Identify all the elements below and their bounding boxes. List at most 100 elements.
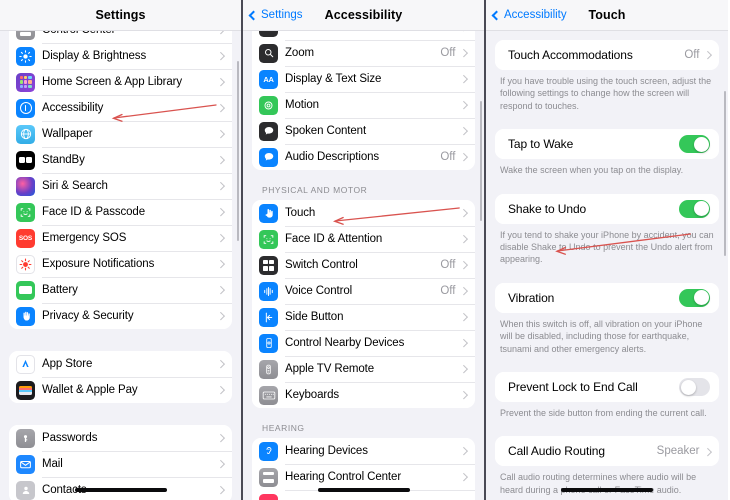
chevron-right-icon <box>459 473 468 481</box>
row-vibration[interactable]: Vibration <box>495 282 719 313</box>
side-button-icon <box>259 307 278 327</box>
back-button-accessibility[interactable]: Accessibility <box>491 9 567 21</box>
sidebar-item-face-id-attention[interactable]: Face ID & Attention <box>252 226 475 252</box>
chevron-right-icon <box>216 312 225 320</box>
row-label: Accessibility <box>42 102 104 114</box>
settings-scroll-body[interactable]: Control Center Display & Brightness <box>0 31 241 500</box>
sidebar-item-zoom[interactable]: Zoom Off <box>252 40 475 66</box>
sidebar-item-hearing-control-center[interactable]: Hearing Control Center <box>252 464 475 490</box>
sidebar-item-motion[interactable]: Motion <box>252 92 475 118</box>
section-header-physical-motor: PHYSICAL AND MOTOR <box>262 185 368 195</box>
row-touch-accommodations[interactable]: Touch Accommodations Off <box>495 40 719 70</box>
sidebar-item-voiceover[interactable]: VoiceOver Off <box>252 31 475 40</box>
chevron-right-icon <box>216 486 225 494</box>
toggle-prevent-lock-end-call[interactable] <box>679 378 710 397</box>
row-label: Home Screen & App Library <box>42 76 183 88</box>
face-id-icon <box>259 229 278 249</box>
row-label: Vibration <box>508 290 555 305</box>
touch-icon <box>259 203 278 223</box>
sidebar-item-passwords[interactable]: Passwords <box>9 425 232 451</box>
switch-control-icon <box>259 255 278 275</box>
sidebar-item-siri-search[interactable]: Siri & Search <box>9 173 232 199</box>
sidebar-item-battery[interactable]: Battery <box>9 277 232 303</box>
row-label: Mail <box>42 458 63 470</box>
sidebar-item-mail[interactable]: Mail <box>9 451 232 477</box>
row-label: Wallet & Apple Pay <box>42 384 138 396</box>
back-button-settings[interactable]: Settings <box>248 9 303 21</box>
accessibility-icon <box>16 98 35 118</box>
sidebar-item-hearing-devices[interactable]: Hearing Devices <box>252 438 475 464</box>
row-label: Face ID & Passcode <box>42 206 146 218</box>
chevron-right-icon <box>459 261 468 269</box>
sidebar-item-accessibility[interactable]: Accessibility <box>9 95 232 121</box>
sidebar-item-switch-control[interactable]: Switch Control Off <box>252 252 475 278</box>
row-label: Switch Control <box>285 259 358 271</box>
row-prevent-lock-end-call[interactable]: Prevent Lock to End Call <box>495 372 719 403</box>
scrollbar[interactable] <box>479 101 482 221</box>
sidebar-item-wallpaper[interactable]: Wallpaper <box>9 121 232 147</box>
battery-icon <box>16 280 35 300</box>
sidebar-item-standby[interactable]: StandBy <box>9 147 232 173</box>
group-vibration: Vibration <box>495 282 719 313</box>
toggle-tap-to-wake[interactable] <box>679 135 710 154</box>
row-label: Apple TV Remote <box>285 363 375 375</box>
row-call-audio-routing[interactable]: Call Audio Routing Speaker <box>495 436 719 467</box>
sidebar-item-audio-descriptions[interactable]: Audio Descriptions Off <box>252 144 475 170</box>
sidebar-item-display-brightness[interactable]: Display & Brightness <box>9 43 232 69</box>
sidebar-item-voice-control[interactable]: Voice Control Off <box>252 278 475 304</box>
sidebar-item-control-center[interactable]: Control Center <box>9 31 232 43</box>
row-label: Wallpaper <box>42 128 93 140</box>
app-store-icon <box>16 354 35 374</box>
sidebar-item-keyboards[interactable]: Keyboards <box>252 382 475 408</box>
voiceover-icon <box>259 31 278 37</box>
row-tap-to-wake[interactable]: Tap to Wake <box>495 129 719 160</box>
keyboards-icon <box>259 385 278 405</box>
sidebar-item-home-screen[interactable]: Home Screen & App Library <box>9 69 232 95</box>
chevron-right-icon <box>216 78 225 86</box>
sidebar-item-display-text-size[interactable]: AA Display & Text Size <box>252 66 475 92</box>
partial-row-icon <box>259 493 278 500</box>
row-label: Shake to Undo <box>508 201 587 216</box>
sidebar-item-wallet-apple-pay[interactable]: Wallet & Apple Pay <box>9 377 232 403</box>
sidebar-item-app-store[interactable]: App Store <box>9 351 232 377</box>
scrollbar[interactable] <box>236 61 239 241</box>
toggle-shake-to-undo[interactable] <box>679 199 710 218</box>
footnote-tap-to-wake: Wake the screen when you tap on the disp… <box>500 165 684 176</box>
privacy-hand-icon <box>16 306 35 326</box>
row-label: Display & Text Size <box>285 73 382 85</box>
sidebar-item-touch[interactable]: Touch <box>252 200 475 226</box>
chevron-right-icon <box>459 313 468 321</box>
group-call-audio-routing: Call Audio Routing Speaker <box>495 436 719 467</box>
toggle-vibration[interactable] <box>679 288 710 307</box>
sidebar-item-spoken-content[interactable]: Spoken Content <box>252 118 475 144</box>
sidebar-item-emergency-sos[interactable]: SOS Emergency SOS <box>9 225 232 251</box>
panel-touch: Accessibility Touch Touch Accommodations… <box>484 0 728 500</box>
sidebar-item-privacy-security[interactable]: Privacy & Security <box>9 303 232 329</box>
back-button-label: Settings <box>261 9 303 21</box>
accessibility-scroll-body[interactable]: VoiceOver Off Zoom Off AA Display & Text… <box>243 31 484 500</box>
sidebar-item-exposure-notifications[interactable]: Exposure Notifications <box>9 251 232 277</box>
chevron-right-icon <box>459 365 468 373</box>
sidebar-item-control-nearby-devices[interactable]: Control Nearby Devices <box>252 330 475 356</box>
row-label: Display & Brightness <box>42 50 147 62</box>
chevron-right-icon <box>216 182 225 190</box>
scrollbar[interactable] <box>723 91 726 256</box>
section-header-hearing: HEARING <box>262 423 305 433</box>
row-label: Privacy & Security <box>42 310 134 322</box>
sidebar-item-face-id-passcode[interactable]: Face ID & Passcode <box>9 199 232 225</box>
face-id-icon <box>16 202 35 222</box>
row-label: Siri & Search <box>42 180 108 192</box>
touch-scroll-body[interactable]: Touch Accommodations Off If you have tro… <box>486 31 728 500</box>
row-shake-to-undo[interactable]: Shake to Undo <box>495 193 719 224</box>
sidebar-item-side-button[interactable]: Side Button <box>252 304 475 330</box>
group-prevent-lock-end-call: Prevent Lock to End Call <box>495 372 719 403</box>
chevron-right-icon <box>459 235 468 243</box>
accessibility-group-vision: VoiceOver Off Zoom Off AA Display & Text… <box>252 31 475 170</box>
accessibility-group-physical: Touch Face ID & Attention Switch Control… <box>252 200 475 408</box>
sidebar-item-apple-tv-remote[interactable]: Apple TV Remote <box>252 356 475 382</box>
